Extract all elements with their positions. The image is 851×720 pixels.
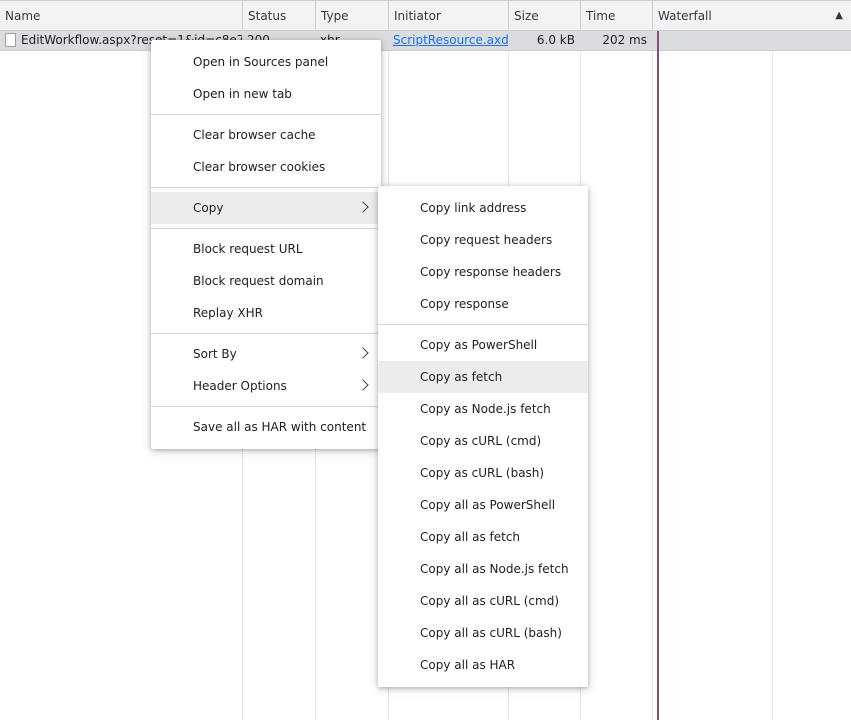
menu-item-copy-as-fetch[interactable]: Copy as fetch (378, 361, 588, 393)
menu-item-block-domain[interactable]: Block request domain (151, 265, 381, 297)
menu-item-clear-cache[interactable]: Clear browser cache (151, 119, 381, 151)
context-menu: Open in Sources panel Open in new tab Cl… (151, 40, 381, 449)
column-header-status[interactable]: Status (242, 1, 315, 31)
chevron-right-icon (357, 379, 369, 391)
menu-separator (151, 228, 381, 229)
menu-item-block-url[interactable]: Block request URL (151, 233, 381, 265)
document-icon (5, 33, 16, 47)
menu-item-replay-xhr[interactable]: Replay XHR (151, 297, 381, 329)
menu-item-copy-response[interactable]: Copy response (378, 288, 588, 320)
column-header-waterfall[interactable]: Waterfall (652, 1, 851, 31)
menu-item-copy-link-address[interactable]: Copy link address (378, 192, 588, 224)
sort-ascending-icon[interactable]: ▲ (835, 1, 843, 31)
menu-item-copy-as-curl-cmd[interactable]: Copy as cURL (cmd) (378, 425, 588, 457)
menu-item-clear-cookies[interactable]: Clear browser cookies (151, 151, 381, 183)
menu-item-sort-by[interactable]: Sort By (151, 338, 381, 370)
menu-item-copy-all-as-har[interactable]: Copy all as HAR (378, 649, 588, 681)
menu-item-copy[interactable]: Copy (151, 192, 381, 224)
menu-separator (151, 333, 381, 334)
column-header-size[interactable]: Size (508, 1, 580, 31)
menu-separator (378, 324, 588, 325)
menu-item-sort-by-label: Sort By (193, 347, 237, 361)
waterfall-grid-line (772, 0, 773, 720)
request-time: 202 ms (602, 33, 647, 47)
chevron-right-icon (357, 347, 369, 359)
column-divider (652, 0, 653, 720)
column-header-initiator[interactable]: Initiator (388, 1, 508, 31)
menu-item-copy-as-nodejs-fetch[interactable]: Copy as Node.js fetch (378, 393, 588, 425)
menu-separator (151, 187, 381, 188)
menu-item-copy-label: Copy (193, 201, 224, 215)
request-size: 6.0 kB (536, 33, 575, 47)
menu-item-open-in-sources[interactable]: Open in Sources panel (151, 46, 381, 78)
menu-separator (151, 114, 381, 115)
menu-item-copy-response-headers[interactable]: Copy response headers (378, 256, 588, 288)
menu-item-copy-all-as-powershell[interactable]: Copy all as PowerShell (378, 489, 588, 521)
column-header-name[interactable]: Name (0, 1, 242, 31)
request-initiator-cell: ScriptResource.axd... (388, 31, 508, 51)
menu-item-header-options-label: Header Options (193, 379, 287, 393)
menu-item-save-har[interactable]: Save all as HAR with content (151, 411, 381, 443)
initiator-link[interactable]: ScriptResource.axd... (393, 33, 508, 47)
column-header-type[interactable]: Type (315, 1, 388, 31)
menu-item-header-options[interactable]: Header Options (151, 370, 381, 402)
menu-item-copy-all-as-nodejs-fetch[interactable]: Copy all as Node.js fetch (378, 553, 588, 585)
menu-item-copy-all-as-curl-cmd[interactable]: Copy all as cURL (cmd) (378, 585, 588, 617)
chevron-right-icon (357, 201, 369, 213)
menu-item-copy-as-curl-bash[interactable]: Copy as cURL (bash) (378, 457, 588, 489)
menu-item-copy-as-powershell[interactable]: Copy as PowerShell (378, 329, 588, 361)
menu-item-copy-request-headers[interactable]: Copy request headers (378, 224, 588, 256)
column-header-time[interactable]: Time (580, 1, 652, 31)
menu-item-open-in-new-tab[interactable]: Open in new tab (151, 78, 381, 110)
menu-item-copy-all-as-fetch[interactable]: Copy all as fetch (378, 521, 588, 553)
table-header: Name Status Type Initiator Size Time Wat… (0, 0, 851, 31)
copy-submenu: Copy link address Copy request headers C… (378, 186, 588, 687)
table-row[interactable]: EditWorkflow.aspx?reset=1&id=c8e7f 200 x… (0, 31, 851, 51)
waterfall-marker-line (657, 31, 659, 720)
menu-item-copy-all-as-curl-bash[interactable]: Copy all as cURL (bash) (378, 617, 588, 649)
menu-separator (151, 406, 381, 407)
